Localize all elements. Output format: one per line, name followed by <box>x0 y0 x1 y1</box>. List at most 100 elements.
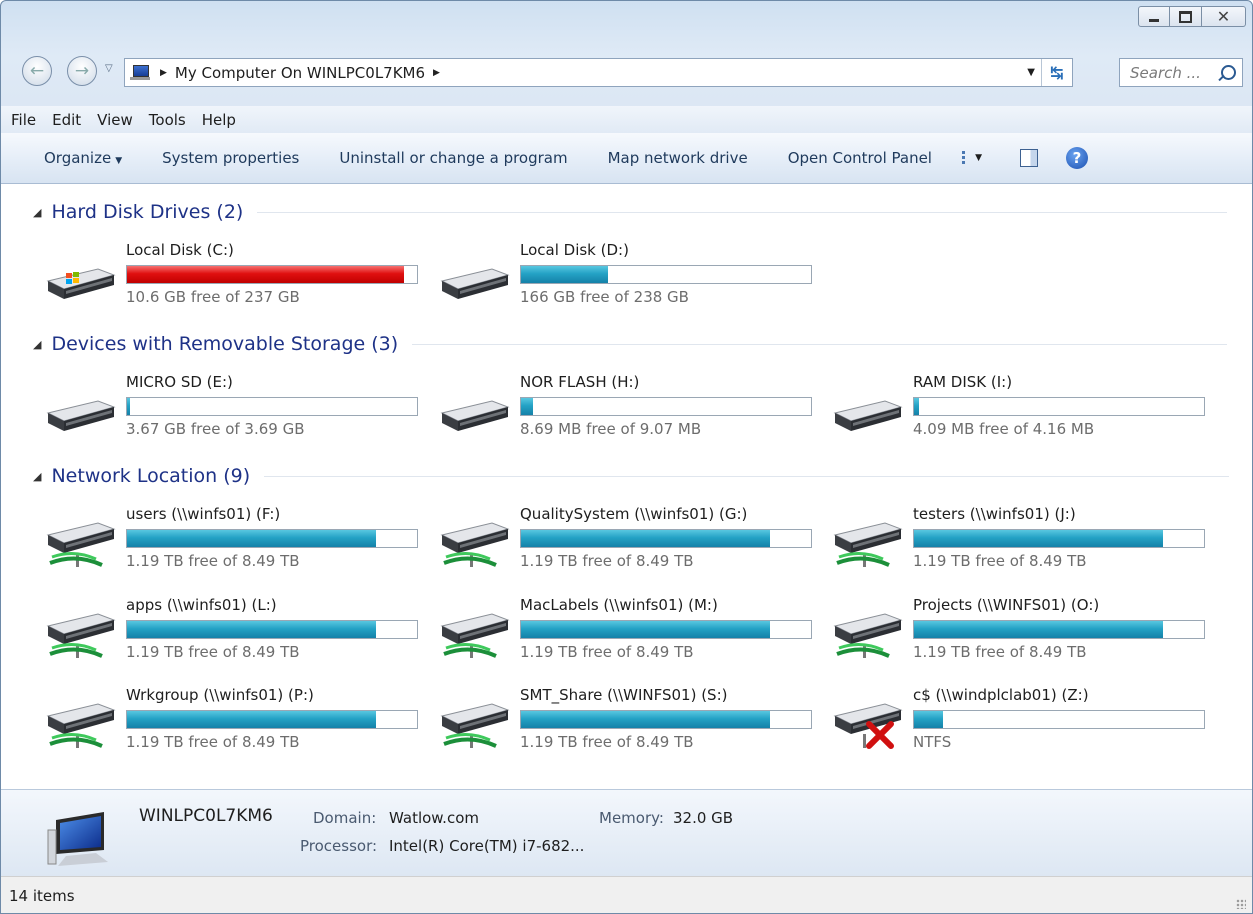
disconnected-network-drive-icon <box>833 703 903 749</box>
group-header-network[interactable]: ◢ Network Location (9) <box>33 465 1230 487</box>
breadcrumb-separator-icon[interactable]: ▶ <box>160 68 167 78</box>
uninstall-program-button[interactable]: Uninstall or change a program <box>339 149 567 167</box>
minimize-button[interactable] <box>1138 6 1170 27</box>
breadcrumb-computer[interactable]: My Computer On WINLPC0L7KM6 <box>175 64 425 82</box>
group-title: Network Location (9) <box>51 465 251 487</box>
drive-item[interactable]: apps (\\winfs01) (L:) 1.19 TB free of 8.4… <box>46 596 426 666</box>
network-drive-icon <box>46 703 116 748</box>
drive-item[interactable]: NOR FLASH (H:) 8.69 MB free of 9.07 MB <box>440 373 820 443</box>
drive-usage-fill <box>914 711 943 728</box>
drive-free-space: 10.6 GB free of 237 GB <box>126 288 300 306</box>
hard-drive-icon <box>46 400 116 431</box>
processor-label: Processor: <box>300 837 378 855</box>
network-drive-icon <box>440 613 510 658</box>
menu-help[interactable]: Help <box>202 111 236 129</box>
drive-item[interactable]: users (\\winfs01) (F:) 1.19 TB free of 8.… <box>46 505 426 575</box>
drive-usage-bar <box>520 710 812 729</box>
collapse-triangle-icon[interactable]: ◢ <box>33 470 41 483</box>
drive-free-space: 1.19 TB free of 8.49 TB <box>126 733 300 751</box>
group-header-hard-disks[interactable]: ◢ Hard Disk Drives (2) <box>33 201 1228 223</box>
address-history-dropdown-icon[interactable]: ▼ <box>1021 67 1041 78</box>
drive-icon-wrapper <box>46 604 116 658</box>
network-drive-icon <box>440 522 510 567</box>
search-placeholder: Search ... <box>1130 63 1201 82</box>
drive-item[interactable]: c$ (\\windplclab01) (Z:) NTFS <box>833 686 1213 756</box>
hard-drive-icon <box>833 400 903 431</box>
breadcrumb-separator-icon[interactable]: ▶ <box>433 68 440 78</box>
drive-free-space: 4.09 MB free of 4.16 MB <box>913 420 1095 438</box>
menu-bar: File Edit View Tools Help <box>1 106 1252 134</box>
collapse-triangle-icon[interactable]: ◢ <box>33 206 41 219</box>
minimize-icon <box>1149 19 1159 22</box>
maximize-icon <box>1179 10 1192 23</box>
preview-pane-button[interactable] <box>1019 149 1038 167</box>
drive-item[interactable]: MICRO SD (E:) 3.67 GB free of 3.69 GB <box>46 373 426 443</box>
drive-usage-bar <box>520 529 812 548</box>
drive-item[interactable]: Local Disk (C:) 10.6 GB free of 237 GB <box>46 241 426 311</box>
window-controls: ✕ <box>1138 6 1246 27</box>
maximize-button[interactable] <box>1170 6 1202 27</box>
menu-tools[interactable]: Tools <box>149 111 186 129</box>
back-button[interactable]: ← <box>22 56 52 86</box>
menu-file[interactable]: File <box>11 111 36 129</box>
forward-button[interactable]: → <box>67 56 97 86</box>
drive-free-space: 1.19 TB free of 8.49 TB <box>913 552 1087 570</box>
close-icon: ✕ <box>1216 7 1231 26</box>
drive-usage-bar <box>913 397 1205 416</box>
drive-usage-fill <box>521 530 770 547</box>
drive-icon-wrapper <box>833 513 903 567</box>
drive-item[interactable]: RAM DISK (I:) 4.09 MB free of 4.16 MB <box>833 373 1213 443</box>
search-input[interactable]: Search ... <box>1119 58 1243 87</box>
refresh-button[interactable]: ↹ <box>1041 59 1072 86</box>
computer-monitor-icon <box>47 812 108 866</box>
drive-icon-wrapper <box>46 513 116 567</box>
group-title: Devices with Removable Storage (3) <box>51 333 399 355</box>
menu-view[interactable]: View <box>97 111 133 129</box>
drive-item[interactable]: Wrkgroup (\\winfs01) (P:) 1.19 TB free of… <box>46 686 426 756</box>
group-header-removable[interactable]: ◢ Devices with Removable Storage (3) <box>33 333 1228 355</box>
organize-button[interactable]: Organize ▼ <box>44 149 122 167</box>
group-title: Hard Disk Drives (2) <box>51 201 244 223</box>
drives-view: ◢ Hard Disk Drives (2) ◢ Devices with Re… <box>1 184 1252 789</box>
change-view-button[interactable]: ▼ <box>961 150 982 166</box>
drive-name: Wrkgroup (\\winfs01) (P:) <box>126 686 314 704</box>
drive-icon-wrapper <box>833 391 903 435</box>
open-control-panel-button[interactable]: Open Control Panel <box>788 149 932 167</box>
resize-grip-icon[interactable] <box>1236 899 1246 909</box>
back-arrow-icon: ← <box>29 61 45 81</box>
menu-edit[interactable]: Edit <box>52 111 81 129</box>
drive-usage-fill <box>127 398 130 415</box>
drive-item[interactable]: MacLabels (\\winfs01) (M:) 1.19 TB free o… <box>440 596 820 666</box>
drive-usage-bar <box>126 710 418 729</box>
drive-usage-bar <box>126 620 418 639</box>
group-divider <box>412 343 1228 345</box>
drive-name: Local Disk (D:) <box>520 241 629 259</box>
drive-usage-fill <box>521 266 608 283</box>
explorer-window: ✕ ← → ▽ ▶ My Computer On WINLPC0L7KM6 ▶ … <box>0 0 1253 914</box>
drive-icon-wrapper <box>440 513 510 567</box>
group-divider <box>264 475 1230 477</box>
search-icon[interactable] <box>1221 65 1236 80</box>
drive-name: MICRO SD (E:) <box>126 373 233 391</box>
drive-usage-fill <box>914 398 919 415</box>
collapse-triangle-icon[interactable]: ◢ <box>33 338 41 351</box>
drive-icon-wrapper <box>46 259 116 303</box>
chevron-down-icon: ▼ <box>115 156 123 166</box>
map-network-drive-button[interactable]: Map network drive <box>608 149 748 167</box>
drive-icon-wrapper <box>440 694 510 748</box>
drive-name: NOR FLASH (H:) <box>520 373 640 391</box>
status-bar: 14 items <box>1 876 1252 913</box>
help-icon[interactable]: ? <box>1065 147 1088 169</box>
close-button[interactable]: ✕ <box>1202 6 1246 27</box>
address-bar[interactable]: ▶ My Computer On WINLPC0L7KM6 ▶ ▼ ↹ <box>124 58 1073 87</box>
recent-pages-dropdown[interactable]: ▽ <box>105 63 113 74</box>
hard-drive-icon <box>440 400 510 431</box>
system-properties-button[interactable]: System properties <box>162 149 299 167</box>
drive-usage-fill <box>914 530 1163 547</box>
drive-item[interactable]: QualitySystem (\\winfs01) (G:) 1.19 TB fr… <box>440 505 820 575</box>
drive-item[interactable]: Projects (\\WINFS01) (O:) 1.19 TB free of… <box>833 596 1213 666</box>
drive-item[interactable]: Local Disk (D:) 166 GB free of 238 GB <box>440 241 820 311</box>
drive-item[interactable]: SMT_Share (\\WINFS01) (S:) 1.19 TB free o… <box>440 686 820 756</box>
drive-item[interactable]: testers (\\winfs01) (J:) 1.19 TB free of … <box>833 505 1213 575</box>
windows-drive-icon <box>46 268 116 299</box>
